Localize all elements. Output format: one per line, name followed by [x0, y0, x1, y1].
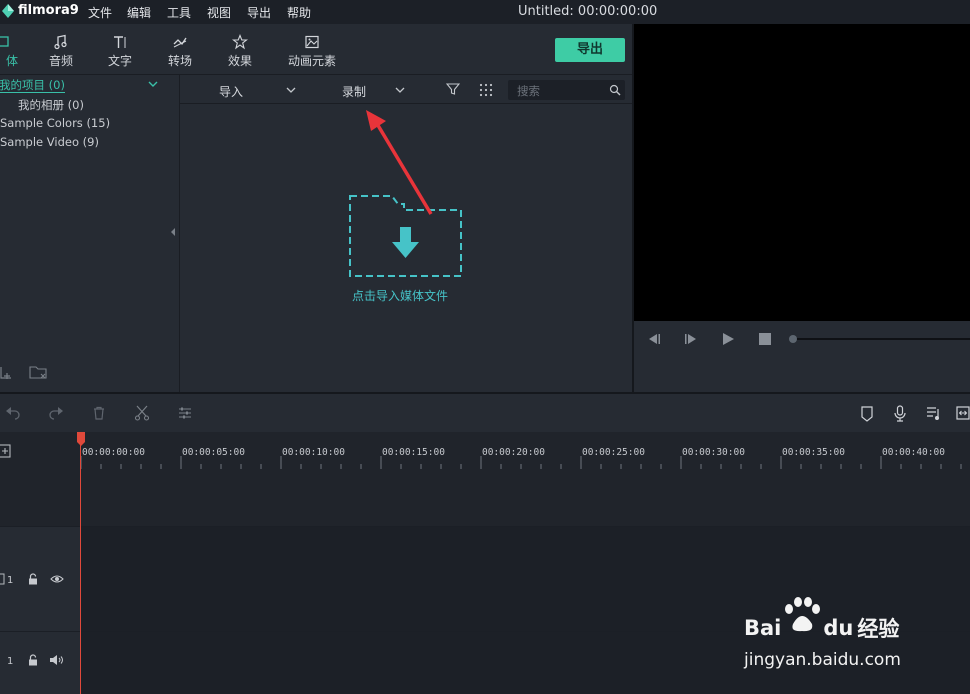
eye-icon[interactable]: [50, 574, 64, 584]
timecode-label: 00:00:25:00: [582, 447, 645, 458]
tab-effects[interactable]: 效果: [215, 34, 265, 69]
delete-folder-icon[interactable]: [29, 364, 49, 380]
timecode-label: 00:00:05:00: [182, 447, 245, 458]
step-back-icon[interactable]: [646, 332, 662, 346]
lock-icon[interactable]: [27, 573, 39, 585]
tab-media[interactable]: 体: [0, 34, 28, 69]
tree-item-sample-video[interactable]: Sample Video (9): [0, 135, 99, 149]
tab-transitions[interactable]: 转场: [155, 34, 205, 69]
tab-transitions-label: 转场: [167, 54, 192, 68]
playback-scrubber[interactable]: [788, 333, 970, 345]
new-folder-add-icon[interactable]: [0, 364, 14, 380]
search-placeholder: 搜索: [517, 84, 540, 98]
elements-image-icon: [287, 34, 337, 50]
timeline-toolbar: [0, 392, 970, 432]
app-logo-text: filmora9: [18, 3, 79, 18]
cut-scissors-icon[interactable]: [134, 405, 150, 421]
tree-divider: [179, 75, 180, 392]
import-chevron-down-icon[interactable]: [285, 85, 297, 95]
menu-edit[interactable]: 编辑: [127, 4, 151, 21]
tree-item-sample-colors[interactable]: Sample Colors (15): [0, 116, 110, 130]
preview-controls: [634, 321, 970, 392]
menu-help[interactable]: 帮助: [287, 4, 311, 21]
tab-elements[interactable]: 动画元素: [287, 34, 337, 69]
add-track-icon[interactable]: [0, 443, 12, 459]
watermark-brand-left: Bai: [744, 616, 782, 640]
timecode-label: 00:00:20:00: [482, 447, 545, 458]
effects-icon: [215, 34, 265, 50]
step-forward-icon[interactable]: [683, 332, 699, 346]
tab-audio-label: 音频: [48, 54, 73, 68]
voiceover-list-icon[interactable]: [926, 406, 942, 421]
media-icon: [0, 34, 28, 50]
tab-text[interactable]: 文字: [95, 34, 145, 69]
menu-export[interactable]: 导出: [247, 4, 271, 21]
tab-media-label: 体: [5, 54, 18, 68]
tab-text-label: 文字: [107, 54, 132, 68]
baidu-jingyan-watermark: Bai du 经验 jingyan.baidu.com: [744, 596, 970, 694]
audio-track-number: 1: [7, 656, 14, 667]
delete-icon[interactable]: [92, 406, 106, 420]
track-header-empty: [0, 470, 80, 526]
timecode-label: 00:00:10:00: [282, 447, 345, 458]
menu-tools[interactable]: 工具: [167, 4, 191, 21]
timecode-label: 00:00:00:00: [82, 447, 145, 458]
record-chevron-down-icon[interactable]: [394, 85, 406, 95]
microphone-icon[interactable]: [893, 405, 907, 422]
video-track-icon: [0, 573, 6, 585]
watermark-url: jingyan.baidu.com: [744, 650, 901, 670]
annotation-arrow-icon: [360, 106, 440, 218]
timecode-label: 00:00:30:00: [682, 447, 745, 458]
search-input[interactable]: 搜索: [508, 80, 625, 100]
timecode-label: 00:00:35:00: [782, 447, 845, 458]
import-dropdown[interactable]: 导入: [219, 83, 243, 100]
search-icon[interactable]: [609, 84, 621, 96]
import-media-label[interactable]: 点击导入媒体文件: [352, 287, 448, 304]
toolbar-divider: [180, 103, 632, 104]
playhead[interactable]: [80, 432, 81, 694]
watermark-product: 经验: [857, 617, 900, 641]
watermark-brand-right: du: [823, 616, 854, 640]
export-button[interactable]: 导出: [555, 38, 625, 62]
marker-icon[interactable]: [861, 406, 873, 422]
timecode-label: 00:00:15:00: [382, 447, 445, 458]
preview-screen: [634, 24, 970, 321]
fit-timeline-icon[interactable]: [956, 406, 970, 420]
filter-icon[interactable]: [446, 82, 460, 96]
filmora-logo-icon: [0, 2, 16, 20]
playhead-handle-icon[interactable]: [77, 432, 85, 446]
tab-audio[interactable]: 音频: [36, 34, 86, 69]
collapse-panel-icon[interactable]: [170, 228, 176, 236]
tree-item-my-project[interactable]: 我的项目 (0): [0, 78, 65, 93]
stop-icon[interactable]: [759, 333, 771, 345]
redo-icon[interactable]: [48, 406, 64, 420]
tree-item-my-album[interactable]: 我的相册 (0): [18, 97, 84, 113]
adjust-sliders-icon[interactable]: [178, 406, 192, 420]
speaker-icon[interactable]: [49, 654, 65, 666]
chevron-down-icon[interactable]: [147, 79, 159, 89]
undo-icon[interactable]: [5, 406, 21, 420]
tabs-divider: [0, 74, 632, 75]
text-icon: [95, 34, 145, 50]
download-arrow-icon: [392, 227, 419, 258]
audio-lock-icon[interactable]: [27, 654, 39, 666]
menu-bar: filmora9 文件 编辑 工具 视图 导出 帮助 Untitled: 00:…: [0, 0, 970, 24]
transition-icon: [155, 34, 205, 50]
grid-view-icon[interactable]: [479, 83, 493, 97]
menu-view[interactable]: 视图: [207, 4, 231, 21]
record-dropdown[interactable]: 录制: [342, 83, 366, 100]
track-empty[interactable]: [81, 470, 970, 526]
video-track-number: 1: [7, 575, 14, 586]
music-note-icon: [36, 34, 86, 50]
project-title: Untitled: 00:00:00:00: [518, 4, 658, 19]
paw-icon: [781, 597, 823, 646]
menu-file[interactable]: 文件: [88, 4, 112, 21]
play-icon[interactable]: [721, 332, 735, 346]
timecode-label: 00:00:40:00: [882, 447, 945, 458]
tab-effects-label: 效果: [227, 54, 252, 68]
tab-elements-label: 动画元素: [287, 54, 336, 68]
